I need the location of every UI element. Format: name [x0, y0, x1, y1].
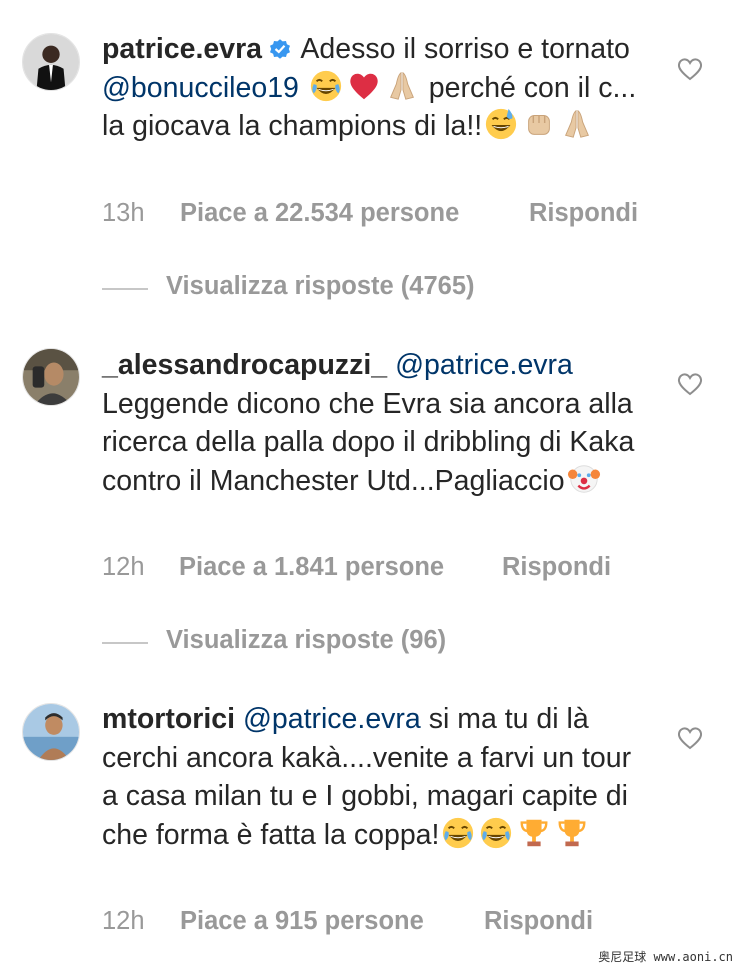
- username[interactable]: mtortorici: [102, 703, 235, 735]
- trophy-emoji: [517, 816, 551, 850]
- divider-line: [102, 288, 148, 290]
- laughing-tears-emoji: [309, 69, 343, 103]
- clown-emoji: [567, 462, 601, 496]
- reply-button[interactable]: Rispondi: [502, 553, 611, 582]
- view-replies-label: Visualizza risposte (4765): [166, 272, 475, 300]
- avatar[interactable]: [22, 703, 80, 761]
- mention-link[interactable]: @bonuccileo19: [102, 72, 299, 104]
- watermark: 奥尼足球 www.aoni.cn: [598, 950, 733, 964]
- timestamp: 12h: [102, 553, 145, 581]
- avatar[interactable]: [22, 33, 80, 91]
- red-heart-emoji: [347, 69, 381, 103]
- reply-button[interactable]: Rispondi: [484, 907, 593, 936]
- verified-badge-icon: [270, 39, 291, 59]
- comment-text: patrice.evra Adesso il sorriso e tornato…: [102, 30, 650, 146]
- likes-count-link[interactable]: Piace a 22.534 persone: [180, 199, 459, 228]
- timestamp: 13h: [102, 199, 145, 227]
- comment-body: Leggende dicono che Evra sia ancora alla…: [102, 387, 635, 497]
- likes-count-link[interactable]: Piace a 915 persone: [180, 907, 424, 936]
- laughing-tears-emoji: [441, 816, 475, 850]
- grinning-sweat-emoji: [484, 107, 518, 141]
- comment-body: Adesso il sorriso e tornato: [300, 33, 630, 65]
- trophy-emoji: [555, 816, 589, 850]
- fist-bump-emoji: [522, 107, 556, 141]
- like-heart-icon[interactable]: [677, 372, 703, 396]
- laughing-tears-emoji: [479, 816, 513, 850]
- mention-link[interactable]: @patrice.evra: [395, 349, 573, 381]
- comment-text: _alessandrocapuzzi_ @patrice.evra Leggen…: [102, 346, 650, 500]
- username[interactable]: _alessandrocapuzzi_: [102, 349, 387, 381]
- comment-text: mtortorici @patrice.evra si ma tu di là …: [102, 700, 650, 854]
- like-heart-icon[interactable]: [677, 726, 703, 750]
- view-replies-label: Visualizza risposte (96): [166, 626, 447, 654]
- avatar[interactable]: [22, 348, 80, 406]
- divider-line: [102, 642, 148, 644]
- likes-count-link[interactable]: Piace a 1.841 persone: [179, 553, 444, 582]
- reply-button[interactable]: Rispondi: [529, 199, 638, 228]
- folded-hands-emoji: [385, 69, 419, 103]
- mention-link[interactable]: @patrice.evra: [243, 703, 421, 735]
- like-heart-icon[interactable]: [677, 57, 703, 81]
- folded-hands-emoji: [560, 107, 594, 141]
- timestamp: 12h: [102, 907, 145, 935]
- username[interactable]: patrice.evra: [102, 33, 262, 65]
